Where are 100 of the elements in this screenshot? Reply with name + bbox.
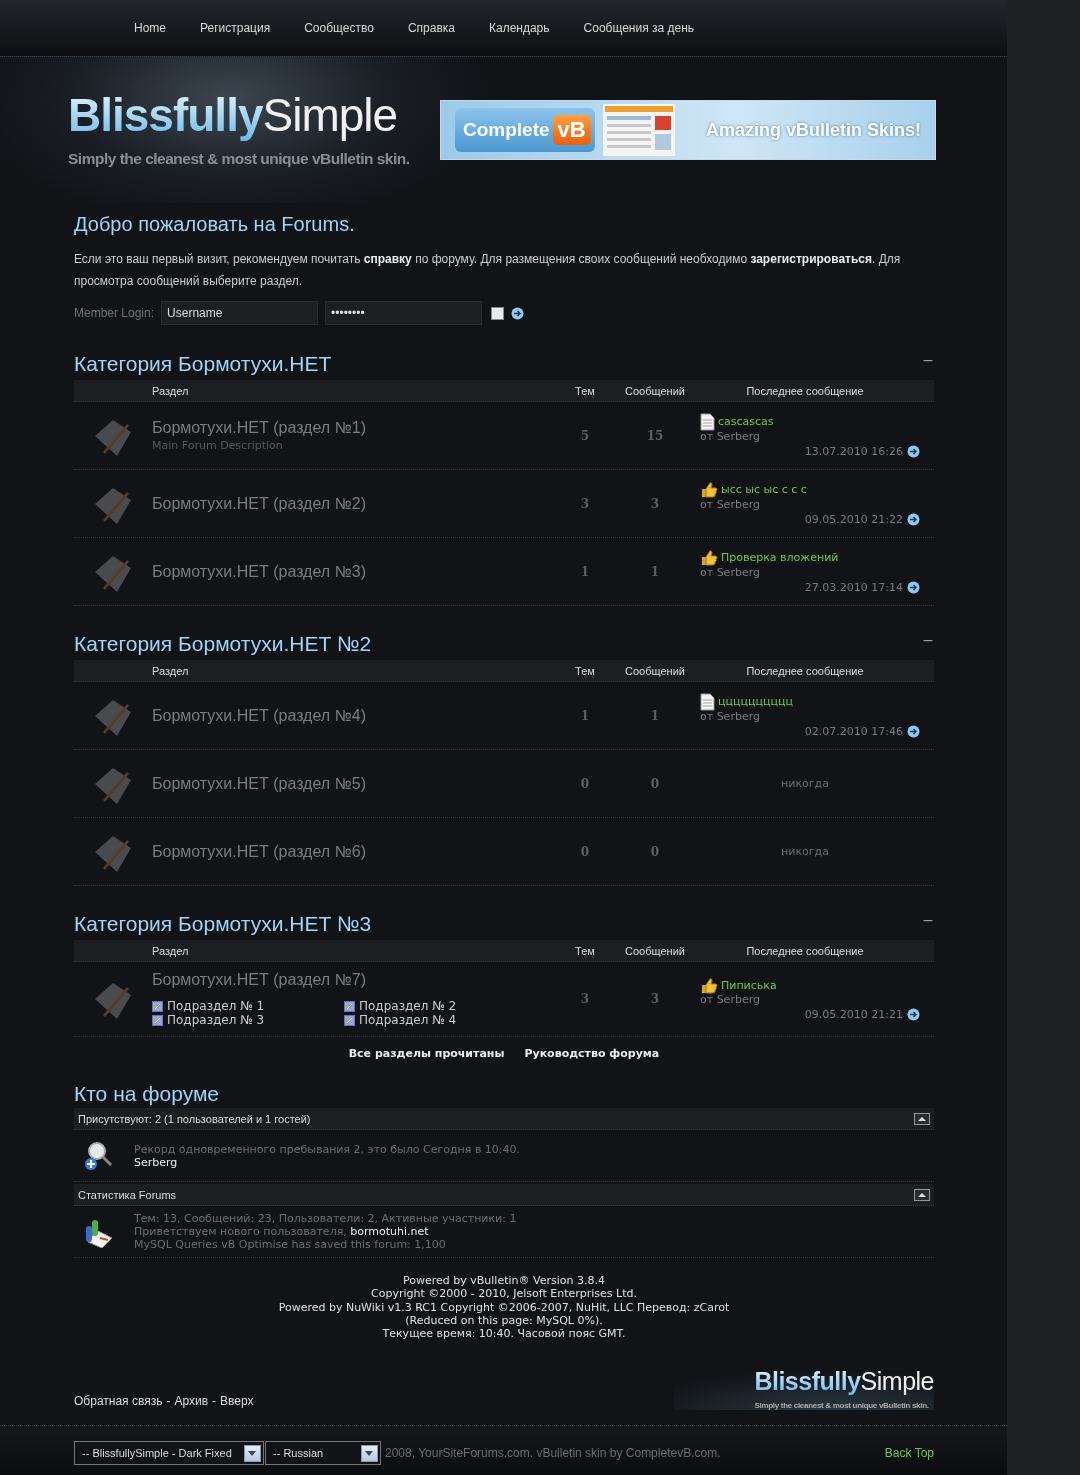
dropdown-select[interactable]: -- Russian: [265, 1441, 381, 1465]
nav-link[interactable]: Home: [117, 21, 183, 35]
forum-title-link[interactable]: Бормотухи.НЕТ (раздел №7): [152, 971, 366, 989]
post-date: 09.05.2010 21:22: [804, 512, 903, 526]
category-heading[interactable]: Категория Бормотухи.НЕТ: [74, 352, 332, 376]
thread-count: 0: [579, 776, 591, 791]
user-link[interactable]: Serberg: [134, 1155, 178, 1169]
subforum-link[interactable]: Подраздел № 1: [152, 999, 265, 1013]
collapse-toggle[interactable]: −: [922, 352, 934, 368]
post-count: 15: [645, 428, 665, 443]
nav-link[interactable]: Сообщество: [287, 21, 391, 35]
column-header: Последнее сообщение: [745, 944, 865, 957]
subforum-icon: [344, 1014, 355, 1026]
thumbs-up-icon: [700, 976, 718, 994]
thumbs-up-icon: [700, 481, 718, 498]
nav-link[interactable]: Календарь: [471, 21, 567, 35]
go-arrow-icon[interactable]: [907, 444, 920, 458]
thumbs-up-icon: [700, 549, 718, 566]
logo[interactable]: BlissfullySimple Simply the cleanest & most unique vBulletin skin.: [68, 92, 410, 168]
forum-title-link[interactable]: Бормотухи.НЕТ (раздел №4): [152, 706, 366, 725]
credits-text: Copyright ©2000 - 2010, Jelsoft Enterprises Ltd.: [370, 1287, 638, 1301]
record-text: Рекорд одновременного пребывания 2, это было Сегодня в 10:40.: [134, 1142, 521, 1156]
never-text: никогда: [781, 777, 829, 790]
footer-link[interactable]: Архив: [174, 1394, 209, 1409]
subforum-icon: [344, 1000, 355, 1012]
go-arrow-icon[interactable]: [907, 724, 920, 738]
section-header-text: Статистика Forums: [78, 1188, 177, 1201]
go-arrow-icon[interactable]: [511, 306, 525, 320]
go-arrow-icon[interactable]: [907, 580, 920, 594]
footer-link[interactable]: Вверх: [220, 1394, 254, 1409]
author-text: от Serberg: [700, 429, 761, 443]
post-count: 1: [649, 708, 661, 723]
credits-text: Powered by vBulletin® Version 3.8.4: [402, 1274, 606, 1288]
post-count: 1: [649, 564, 661, 579]
category-heading[interactable]: Категория Бормотухи.НЕТ №3: [74, 912, 372, 936]
nav-link[interactable]: Справка: [390, 21, 472, 35]
post-date: 02.07.2010 17:46: [804, 724, 903, 738]
forum-title-link[interactable]: Бормотухи.НЕТ (раздел №2): [152, 494, 366, 513]
forum-description: Main Forum Description: [152, 439, 284, 452]
column-header: Раздел: [152, 384, 190, 397]
magnifier-icon: [82, 1139, 114, 1172]
author-text: от Serberg: [700, 709, 761, 723]
nav-link[interactable]: Сообщения за день: [566, 21, 712, 35]
remember-checkbox[interactable]: [491, 306, 505, 320]
thread-link[interactable]: Проверка вложений: [721, 551, 839, 564]
forum-title-link[interactable]: Бормотухи.НЕТ (раздел №1): [152, 419, 366, 437]
author-text: от Serberg: [700, 497, 761, 511]
nav-link[interactable]: Регистрация: [183, 21, 288, 35]
column-header: Сообщений: [624, 664, 686, 677]
collapse-toggle[interactable]: −: [922, 912, 934, 928]
go-arrow-icon[interactable]: [907, 1008, 920, 1021]
thread-count: 3: [579, 496, 591, 511]
forum-title-link[interactable]: Бормотухи.НЕТ (раздел №3): [152, 562, 366, 581]
column-header: Сообщений: [624, 944, 686, 957]
subforum-link[interactable]: Подраздел № 3: [152, 1013, 265, 1027]
collapse-icon: [914, 1112, 930, 1125]
credits-text: (Reduced on this page: MySQL 0%).: [404, 1313, 604, 1328]
login-label: Member Login:: [74, 306, 155, 320]
go-arrow-icon[interactable]: [907, 512, 920, 526]
forum-title-link[interactable]: Бормотухи.НЕТ (раздел №6): [152, 842, 366, 861]
credits-text: Текущее время: 10:40. Часовой пояс GMT.: [381, 1327, 627, 1341]
credits-text: Powered by NuWiki v1.3 RC1 Copyright ©2006-2007, NuHit, LLC Перевод: zCarot: [277, 1300, 731, 1314]
action-link[interactable]: Руководство форума: [524, 1047, 660, 1060]
subforum-link[interactable]: Подраздел № 4: [344, 1013, 457, 1027]
column-header: Последнее сообщение: [745, 384, 865, 397]
thread-link[interactable]: цццццццццц: [718, 695, 793, 708]
column-header: Последнее сообщение: [745, 664, 865, 677]
dropdown-select[interactable]: -- BlissfullySimple - Dark Fixed: [74, 1441, 264, 1465]
post-date: 27.03.2010 17:14: [804, 580, 903, 594]
forum-title-link[interactable]: Бормотухи.НЕТ (раздел №5): [152, 774, 366, 793]
subforum-link[interactable]: Подраздел № 2: [344, 999, 457, 1013]
thread-count: 5: [579, 428, 591, 443]
password-field[interactable]: ••••••••: [325, 301, 483, 325]
thread-link[interactable]: cascascas: [718, 415, 774, 428]
post-count: 0: [649, 844, 661, 859]
logo[interactable]: BlissfullySimple Simply the cleanest & most unique vBulletin skin.: [674, 1369, 934, 1411]
section-header-text: Присутствуют: 2 (1 пользователей и 1 гостей): [78, 1112, 311, 1125]
welcome-text: Если это ваш первый визит, рекомендуем почитать справку по форуму. Для размещения своих сообщений необходимо зарегистрироваться. Для просмотра сообщений выберите раздел.: [74, 251, 902, 290]
thread-count: 0: [579, 844, 591, 859]
thread-link[interactable]: ысс ыс ыс с с с: [721, 483, 807, 496]
back-top-link[interactable]: Back Top: [884, 1446, 934, 1460]
thread-link[interactable]: Пиписька: [721, 978, 777, 992]
collapse-toggle[interactable]: −: [922, 632, 934, 648]
category-heading[interactable]: Категория Бормотухи.НЕТ №2: [74, 632, 372, 656]
column-header: Раздел: [152, 664, 190, 677]
subforum-icon: [152, 1014, 163, 1026]
copyright-text: 2008, YourSiteForums.com. vBulletin skin by CompletevB.com.: [385, 1446, 721, 1460]
thread-count: 3: [579, 992, 591, 1006]
link-separator: -: [212, 1394, 217, 1409]
document-icon: [700, 692, 715, 711]
username-field[interactable]: Username: [161, 301, 319, 325]
action-link[interactable]: Все разделы прочитаны: [348, 1047, 505, 1060]
user-link[interactable]: bormotuhi.net: [350, 1225, 429, 1238]
post-count: 3: [649, 496, 661, 511]
column-header: Тем: [574, 384, 596, 397]
document-icon: [700, 412, 715, 431]
welcome-heading: Добро пожаловать на Forums.: [74, 213, 356, 236]
section-heading: Кто на форуме: [74, 1082, 221, 1106]
banner-badge: vB: [552, 115, 591, 145]
footer-link[interactable]: Обратная связь: [74, 1394, 163, 1409]
